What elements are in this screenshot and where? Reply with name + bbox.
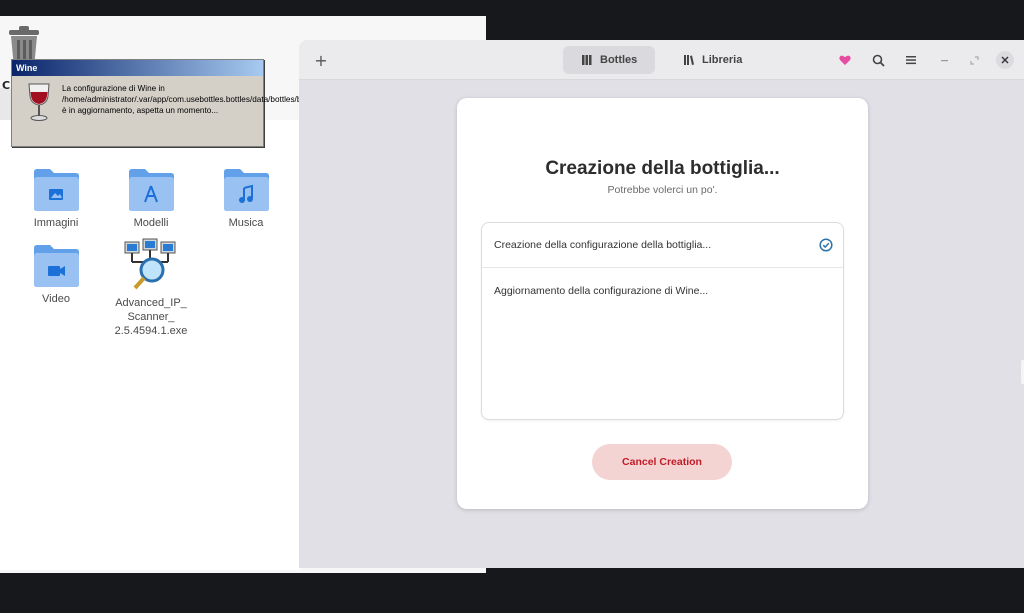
bottle-creation-dialog: Creazione della bottiglia... Potrebbe vo… [457,98,868,509]
file-exe[interactable]: Advanced_IP_ Scanner_ 2.5.4594.1.exe [109,238,193,338]
wine-dialog-message: La configurazione di Wine in /home/admin… [62,84,359,115]
file-modelli[interactable]: Modelli [109,168,193,230]
creation-steps-list: Creazione della configurazione della bot… [481,222,844,420]
file-label: Immagini [33,217,79,229]
donate-button[interactable] [835,48,855,72]
search-button[interactable] [868,48,888,72]
maximize-icon [969,55,979,65]
header-bar: + Bottles Libreria [299,40,1024,80]
file-label: Advanced_IP_ Scanner_ 2.5.4594.1.exe [114,297,188,337]
close-button[interactable] [996,51,1014,69]
step-label: Aggiornamento della configurazione di Wi… [494,284,709,297]
file-immagini[interactable]: Immagini [14,168,98,230]
video-folder-icon [34,245,79,287]
maximize-button[interactable] [965,51,983,69]
bottles-icon [582,55,592,65]
image-folder-icon [34,169,79,211]
minimize-button[interactable] [935,51,953,69]
tab-libreria[interactable]: Libreria [665,46,760,74]
tab-label: Libreria [702,54,743,66]
close-icon [1001,56,1009,64]
templates-folder-icon [129,169,174,211]
heart-icon [839,55,851,65]
bottles-window: + Bottles Libreria Creazione della botti… [299,40,1024,568]
main-menu-button[interactable] [901,48,921,72]
check-circle-icon [819,238,833,252]
file-label: Video [42,293,70,305]
hamburger-menu-icon [906,56,916,65]
dialog-title: Creazione della bottiglia... [545,158,780,179]
add-bottle-button[interactable]: + [311,48,331,72]
search-icon [872,54,885,67]
music-folder-icon [224,169,269,211]
library-icon [684,55,694,65]
dialog-subtitle: Potrebbe volerci un po'. [607,184,718,196]
file-musica[interactable]: Musica [204,168,288,230]
step-label: Creazione della configurazione della bot… [494,239,712,251]
minimize-icon [940,59,948,61]
tab-bottles[interactable]: Bottles [563,46,656,74]
file-video[interactable]: Video [14,244,98,306]
file-label: Modelli [133,217,169,229]
wine-glass-icon [28,83,50,121]
plus-icon: + [314,50,328,70]
wine-dialog-title[interactable]: Wine [12,60,263,76]
step-row: Aggiornamento della configurazione di Wi… [482,268,843,313]
step-row: Creazione della configurazione della bot… [482,223,843,268]
wine-progress-dialog[interactable]: Wine La configurazione di Wine in /home/… [11,59,359,147]
exe-file-icon [124,238,176,290]
cancel-creation-button[interactable]: Cancel Creation [592,444,732,480]
trash-label: C [2,79,11,92]
tab-label: Bottles [600,54,638,66]
file-label: Musica [228,217,264,229]
